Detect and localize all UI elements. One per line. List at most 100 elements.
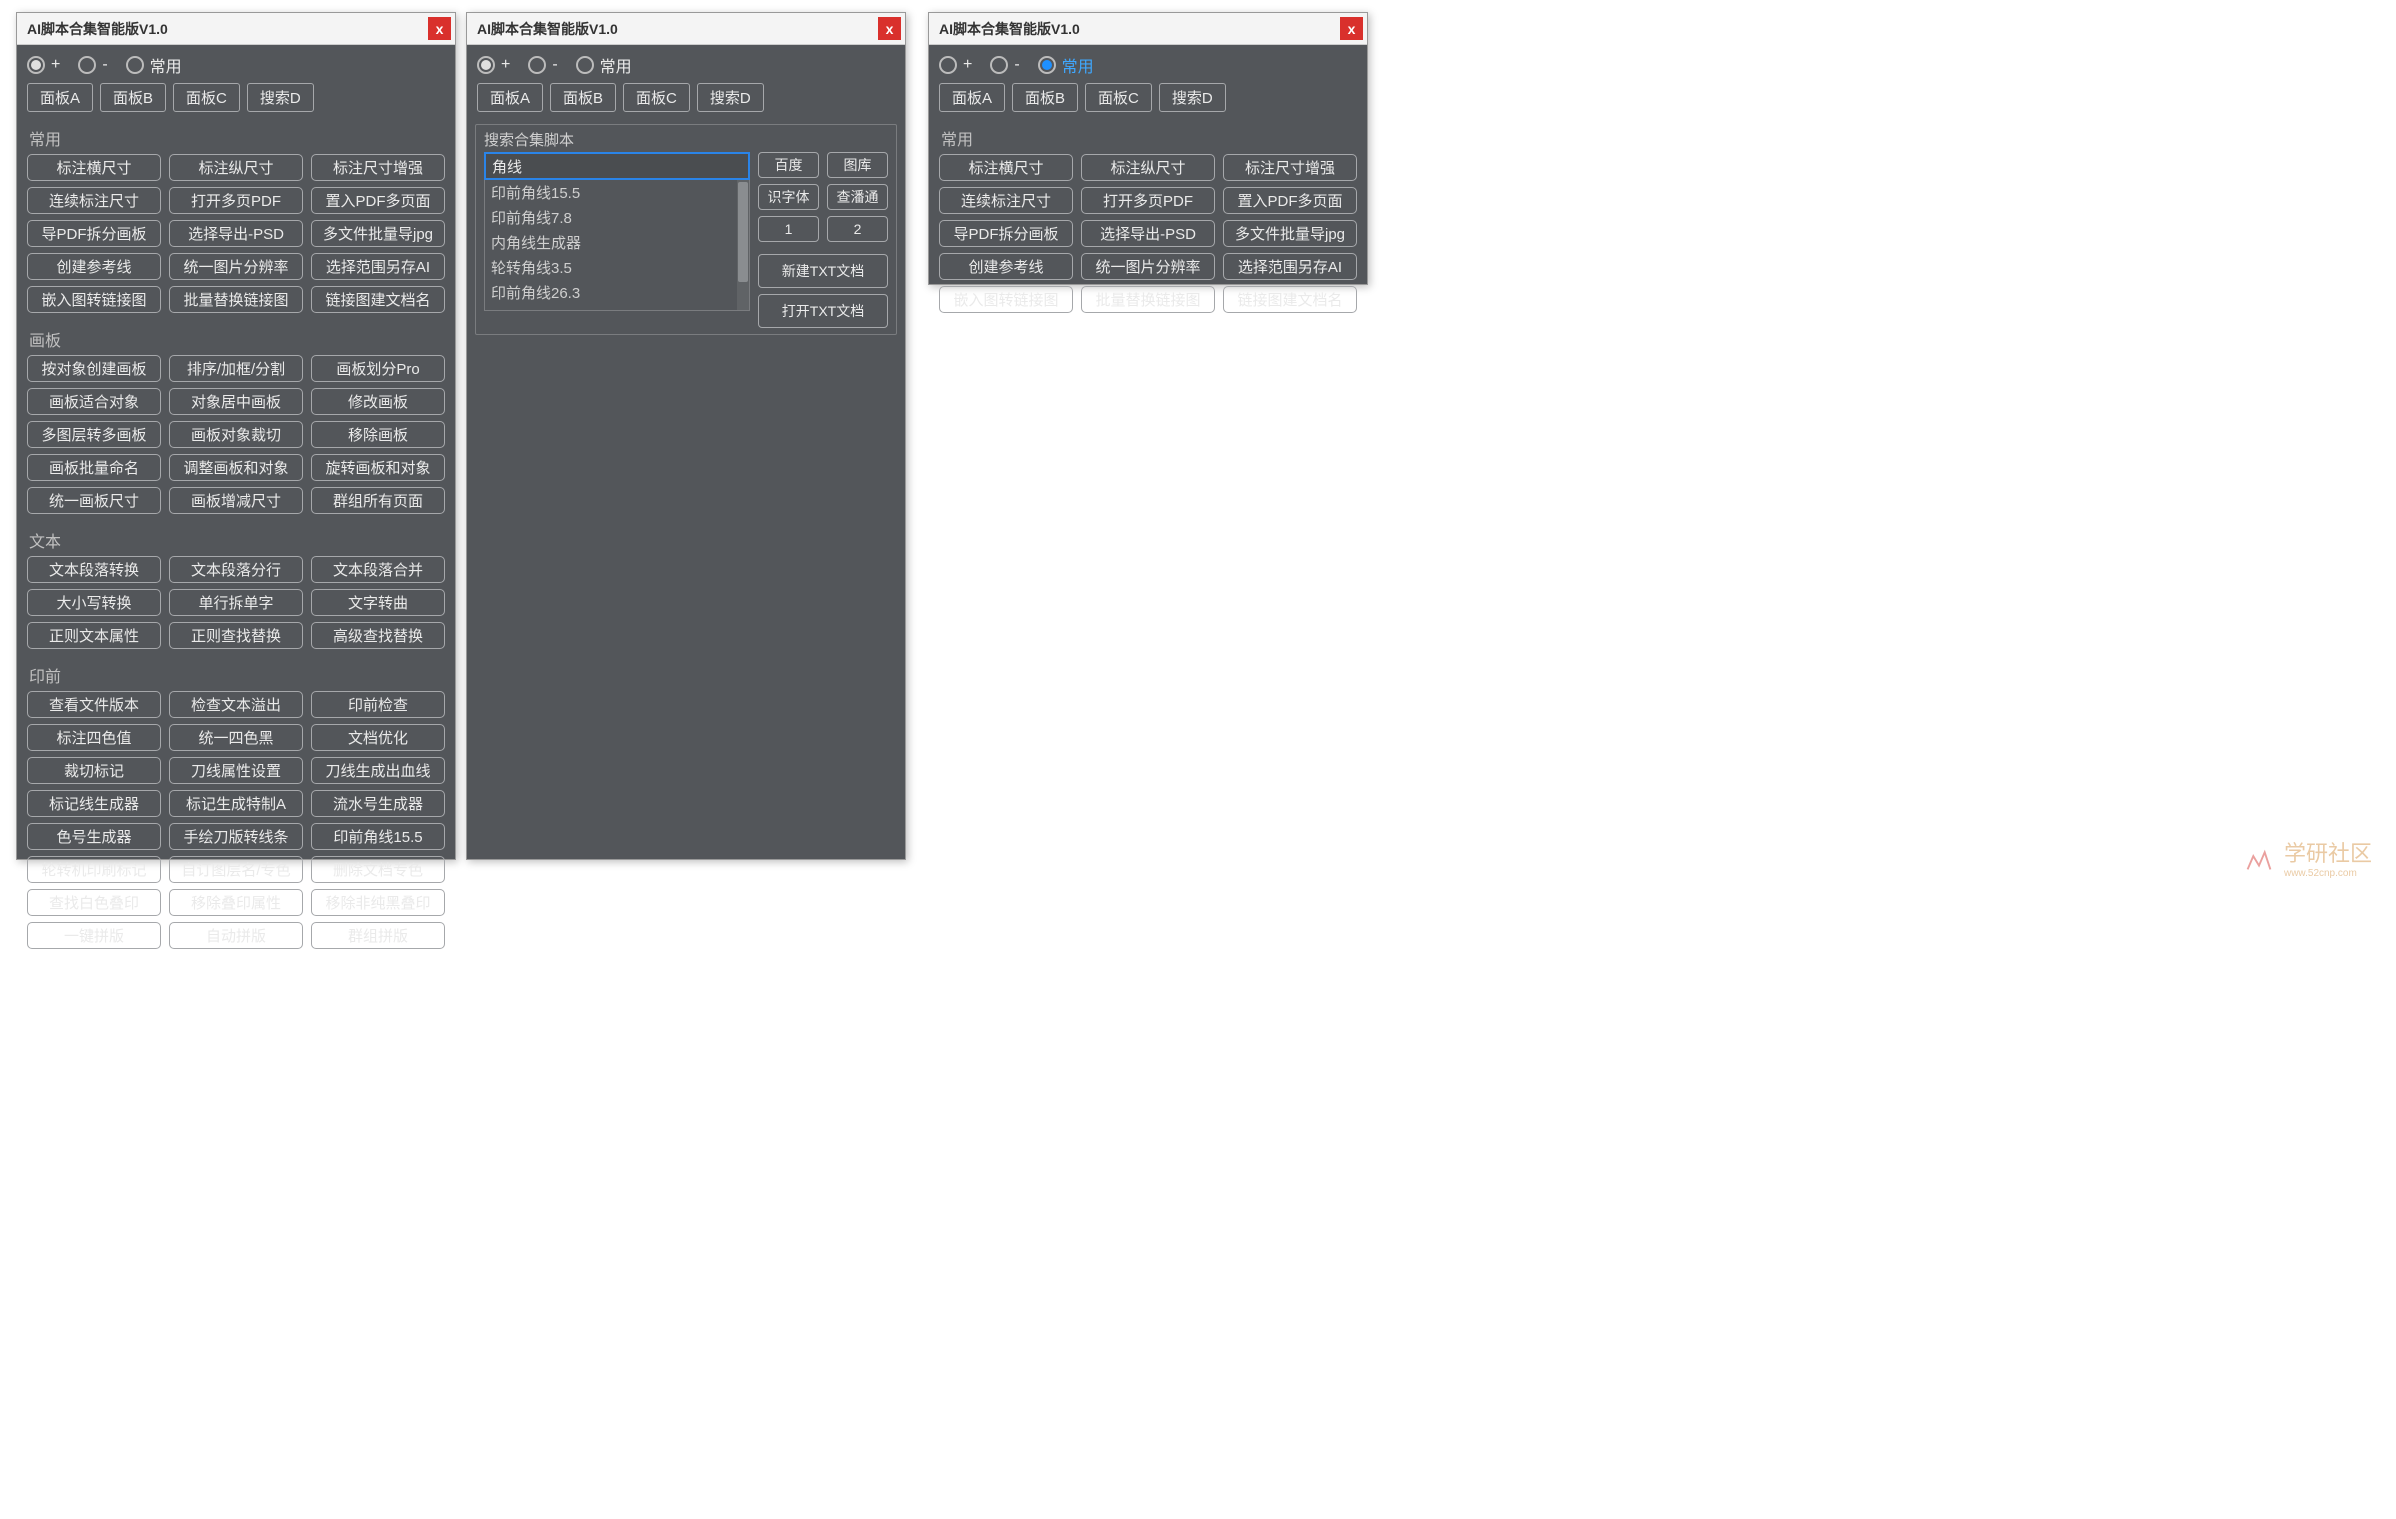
radio-fav[interactable]	[1038, 56, 1056, 74]
script-button[interactable]: 多图层转多画板	[27, 421, 161, 448]
script-button[interactable]: 嵌入图转链接图	[27, 286, 161, 313]
script-button[interactable]: 统一图片分辨率	[169, 253, 303, 280]
tab-d[interactable]: 搜索D	[1159, 83, 1226, 112]
script-button[interactable]: 标注尺寸增强	[311, 154, 445, 181]
side-button[interactable]: 1	[758, 216, 819, 242]
tab-b[interactable]: 面板B	[100, 83, 166, 112]
search-result-item[interactable]: 轮转角线3.5	[485, 255, 749, 280]
script-button[interactable]: 文本段落分行	[169, 556, 303, 583]
script-button[interactable]: 链接图建文档名	[311, 286, 445, 313]
script-button[interactable]: 移除非纯黑叠印	[311, 889, 445, 916]
script-button[interactable]: 导PDF拆分画板	[27, 220, 161, 247]
script-button[interactable]: 调整画板和对象	[169, 454, 303, 481]
script-button[interactable]: 高级查找替换	[311, 622, 445, 649]
script-button[interactable]: 创建参考线	[27, 253, 161, 280]
script-button[interactable]: 画板批量命名	[27, 454, 161, 481]
search-result-item[interactable]: 印前角线7.8	[485, 205, 749, 230]
script-button[interactable]: 画板划分Pro	[311, 355, 445, 382]
script-button[interactable]: 移除叠印属性	[169, 889, 303, 916]
script-button[interactable]: 正则查找替换	[169, 622, 303, 649]
tab-b[interactable]: 面板B	[1012, 83, 1078, 112]
script-button[interactable]: 文本段落转换	[27, 556, 161, 583]
script-button[interactable]: 删除文档专色	[311, 856, 445, 883]
script-button[interactable]: 刀线生成出血线	[311, 757, 445, 784]
script-button[interactable]: 旋转画板和对象	[311, 454, 445, 481]
radio-fav[interactable]	[576, 56, 594, 74]
search-result-item[interactable]: 印前角线26.3	[485, 280, 749, 305]
side-button-wide[interactable]: 打开TXT文档	[758, 294, 888, 328]
tab-c[interactable]: 面板C	[1085, 83, 1152, 112]
script-button[interactable]: 自动拼版	[169, 922, 303, 949]
script-button[interactable]: 选择范围另存AI	[311, 253, 445, 280]
script-button[interactable]: 修改画板	[311, 388, 445, 415]
script-button[interactable]: 色号生成器	[27, 823, 161, 850]
radio-plus[interactable]	[477, 56, 495, 74]
tab-d[interactable]: 搜索D	[247, 83, 314, 112]
script-button[interactable]: 连续标注尺寸	[27, 187, 161, 214]
script-button[interactable]: 排序/加框/分割	[169, 355, 303, 382]
script-button[interactable]: 统一图片分辨率	[1081, 253, 1215, 280]
script-button[interactable]: 一键拼版	[27, 922, 161, 949]
script-button[interactable]: 查找白色叠印	[27, 889, 161, 916]
script-button[interactable]: 链接图建文档名	[1223, 286, 1357, 313]
script-button[interactable]: 文档优化	[311, 724, 445, 751]
script-button[interactable]: 批量替换链接图	[1081, 286, 1215, 313]
script-button[interactable]: 流水号生成器	[311, 790, 445, 817]
script-button[interactable]: 画板增减尺寸	[169, 487, 303, 514]
script-button[interactable]: 画板适合对象	[27, 388, 161, 415]
script-button[interactable]: 手绘刀版转线条	[169, 823, 303, 850]
script-button[interactable]: 标记线生成器	[27, 790, 161, 817]
script-button[interactable]: 刀线属性设置	[169, 757, 303, 784]
scrollbar-thumb[interactable]	[738, 182, 748, 282]
tab-c[interactable]: 面板C	[173, 83, 240, 112]
tab-b[interactable]: 面板B	[550, 83, 616, 112]
script-button[interactable]: 轮转机印刷标记	[27, 856, 161, 883]
search-result-item[interactable]: 内角线生成器	[485, 230, 749, 255]
script-button[interactable]: 自订图层名/专色	[169, 856, 303, 883]
script-button[interactable]: 标注尺寸增强	[1223, 154, 1357, 181]
script-button[interactable]: 印前检查	[311, 691, 445, 718]
script-button[interactable]: 群组拼版	[311, 922, 445, 949]
tab-a[interactable]: 面板A	[477, 83, 543, 112]
script-button[interactable]: 批量替换链接图	[169, 286, 303, 313]
side-button[interactable]: 图库	[827, 152, 888, 178]
script-button[interactable]: 大小写转换	[27, 589, 161, 616]
script-button[interactable]: 导PDF拆分画板	[939, 220, 1073, 247]
search-results[interactable]: 印前角线15.5印前角线7.8内角线生成器轮转角线3.5印前角线26.3	[484, 180, 750, 311]
close-icon[interactable]: x	[878, 17, 901, 40]
tab-a[interactable]: 面板A	[939, 83, 1005, 112]
radio-minus[interactable]	[990, 56, 1008, 74]
script-button[interactable]: 标注横尺寸	[27, 154, 161, 181]
tab-d[interactable]: 搜索D	[697, 83, 764, 112]
script-button[interactable]: 统一四色黑	[169, 724, 303, 751]
script-button[interactable]: 标注横尺寸	[939, 154, 1073, 181]
script-button[interactable]: 创建参考线	[939, 253, 1073, 280]
script-button[interactable]: 印前角线15.5	[311, 823, 445, 850]
script-button[interactable]: 嵌入图转链接图	[939, 286, 1073, 313]
radio-minus[interactable]	[528, 56, 546, 74]
close-icon[interactable]: x	[1340, 17, 1363, 40]
side-button[interactable]: 2	[827, 216, 888, 242]
script-button[interactable]: 标注纵尺寸	[1081, 154, 1215, 181]
script-button[interactable]: 多文件批量导jpg	[311, 220, 445, 247]
script-button[interactable]: 打开多页PDF	[1081, 187, 1215, 214]
script-button[interactable]: 标记生成特制A	[169, 790, 303, 817]
radio-minus[interactable]	[78, 56, 96, 74]
script-button[interactable]: 画板对象裁切	[169, 421, 303, 448]
side-button[interactable]: 识字体	[758, 184, 819, 210]
script-button[interactable]: 选择导出-PSD	[1081, 220, 1215, 247]
search-input[interactable]	[484, 152, 750, 180]
script-button[interactable]: 连续标注尺寸	[939, 187, 1073, 214]
script-button[interactable]: 检查文本溢出	[169, 691, 303, 718]
script-button[interactable]: 裁切标记	[27, 757, 161, 784]
script-button[interactable]: 正则文本属性	[27, 622, 161, 649]
script-button[interactable]: 查看文件版本	[27, 691, 161, 718]
tab-c[interactable]: 面板C	[623, 83, 690, 112]
script-button[interactable]: 打开多页PDF	[169, 187, 303, 214]
tab-a[interactable]: 面板A	[27, 83, 93, 112]
side-button-wide[interactable]: 新建TXT文档	[758, 254, 888, 288]
script-button[interactable]: 按对象创建画板	[27, 355, 161, 382]
radio-fav[interactable]	[126, 56, 144, 74]
script-button[interactable]: 选择范围另存AI	[1223, 253, 1357, 280]
script-button[interactable]: 置入PDF多页面	[1223, 187, 1357, 214]
